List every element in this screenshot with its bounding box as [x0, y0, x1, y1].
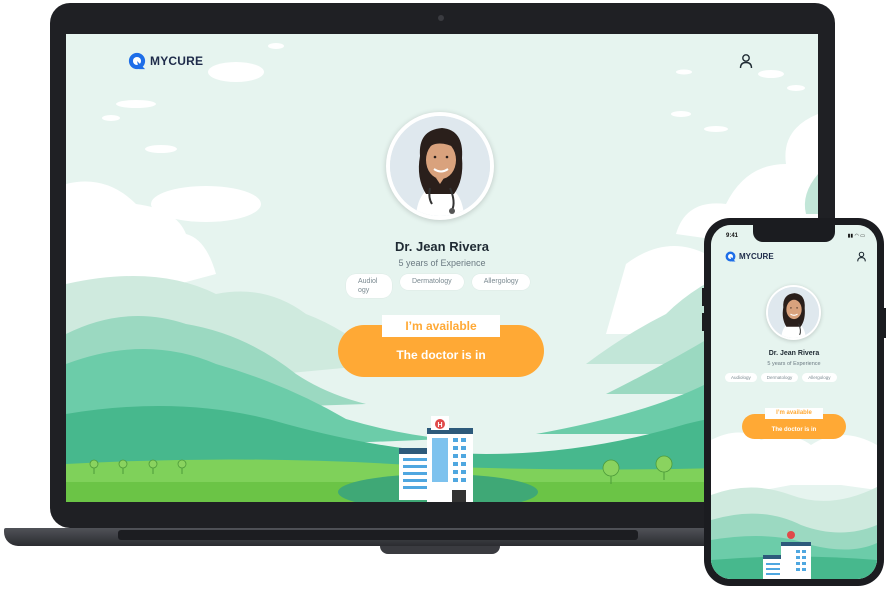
brand-name: MYCURE [150, 54, 204, 68]
mycure-logo-icon [128, 52, 146, 70]
phone-clock: 9:41 [726, 233, 739, 239]
user-account-icon[interactable] [738, 53, 754, 69]
specialty-chip: Allergology [471, 274, 531, 290]
availability-label: I’m available [382, 315, 500, 337]
specialty-chip: Audiology [346, 274, 392, 298]
doctor-photo [390, 116, 490, 216]
user-account-icon[interactable] [856, 251, 867, 262]
phone-screen: 9:41 ▮▮ ◠ ▭ MYCURE Dr. Jean Rivera 5 yea… [711, 225, 877, 579]
specialty-chip: Audiology [725, 373, 757, 382]
doctor-name: Dr. Jean Rivera [395, 239, 489, 254]
laptop-notch [380, 546, 500, 554]
specialty-chip: Dermatology [760, 373, 799, 382]
phone-power-button [884, 308, 886, 338]
phone-availability-message: The doctor is in [771, 427, 817, 433]
doctor-experience: 5 years of Experience [398, 258, 486, 268]
phone-notch [753, 225, 835, 242]
specialty-chip: Allergology [802, 373, 837, 382]
phone-volume-button [702, 313, 704, 331]
phone-doctor-avatar [766, 285, 821, 340]
phone-doctor-experience: 5 years of Experience [767, 361, 821, 367]
phone-brand-logo[interactable]: MYCURE [725, 251, 774, 262]
doctor-avatar [386, 112, 494, 220]
phone-landscape-background [711, 225, 877, 579]
specialty-list: Audiology Dermatology Allergology [346, 274, 531, 298]
laptop-keyboard-edge [118, 530, 638, 540]
availability-message: The doctor is in [396, 348, 486, 362]
phone-frame: 9:41 ▮▮ ◠ ▭ MYCURE Dr. Jean Rivera 5 yea… [702, 218, 886, 586]
signal-wifi-battery-icon: ▮▮ ◠ ▭ [847, 233, 865, 239]
mycure-logo-icon [725, 251, 736, 262]
brand-logo[interactable]: MYCURE [128, 52, 203, 70]
phone-brand-name: MYCURE [739, 252, 774, 261]
phone-specialty-list: Audiology Dermatology Allergology [725, 373, 837, 382]
phone-doctor-name: Dr. Jean Rivera [768, 350, 820, 357]
specialty-chip: Dermatology [400, 274, 464, 290]
phone-availability-label: I’m available [765, 408, 823, 419]
svg-text:H: H [437, 422, 442, 429]
doctor-photo [768, 287, 819, 338]
camera-icon [438, 15, 444, 21]
phone-volume-button [702, 288, 704, 306]
